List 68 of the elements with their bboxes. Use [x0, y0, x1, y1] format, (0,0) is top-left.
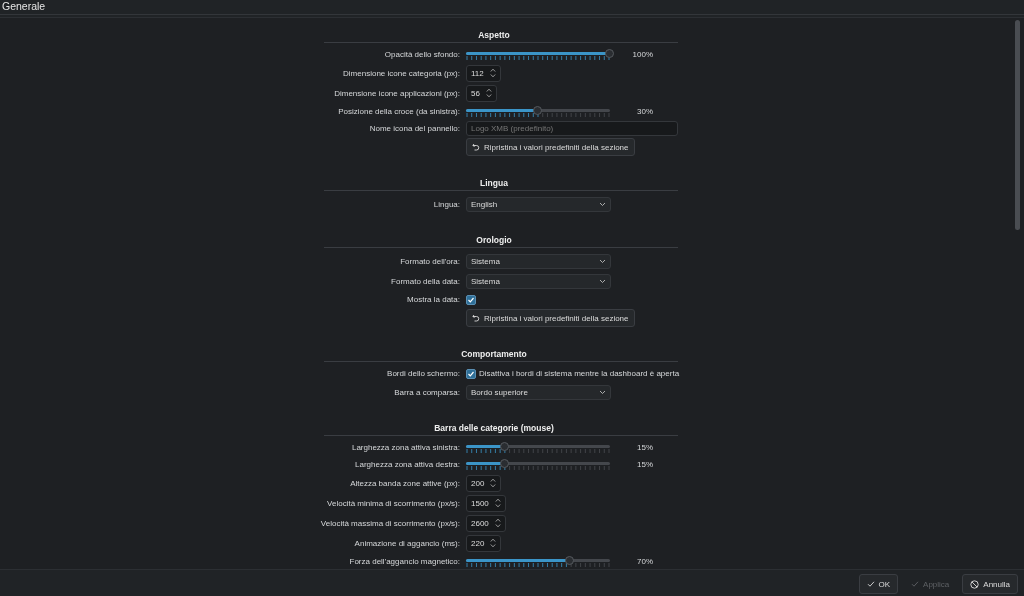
slider-handle[interactable] [605, 48, 614, 58]
field-label: Nome icona del pannello: [369, 124, 460, 133]
dropdown[interactable]: Sistema [466, 253, 611, 269]
field-label: Barra a comparsa: [394, 387, 460, 397]
spin-arrows-icon [494, 498, 501, 508]
spin-arrows-icon [494, 518, 501, 528]
field-label: Velocità minima di scorrimento (px/s): [327, 498, 460, 508]
undo-icon [472, 314, 480, 322]
slider-value: 15% [636, 443, 653, 452]
dropdown[interactable]: Bordo superiore [466, 384, 611, 400]
dialog-button[interactable]: Annulla [962, 574, 1018, 594]
section-heading: Aspetto [477, 30, 511, 40]
field-label: Animazione di aggancio (ms): [354, 538, 460, 548]
checkbox-label: Disattiva i bordi di sistema mentre la dashboard è aperta [479, 369, 680, 378]
slider-handle[interactable] [533, 105, 542, 115]
slider-value: 30% [636, 107, 653, 116]
field-label: Opacità dello sfondo: [384, 50, 460, 59]
undo-icon [472, 143, 480, 151]
field-label: Altezza banda zone attive (px): [350, 478, 460, 488]
check-icon [866, 580, 875, 588]
checkbox[interactable] [466, 294, 476, 305]
window-title: Generale [0, 0, 1024, 15]
field-label: Mostra la data: [407, 295, 460, 304]
spin-box[interactable]: 200 [466, 474, 502, 492]
field-label: Posizione della croce (da sinistra): [338, 107, 460, 116]
chevron-down-icon [599, 278, 606, 284]
dropdown[interactable]: Sistema [466, 273, 611, 289]
slider-handle[interactable] [499, 458, 509, 468]
spin-box[interactable]: 1500 [466, 494, 506, 512]
scrollbar[interactable] [1015, 20, 1020, 230]
check-icon [911, 580, 920, 588]
field-label: Bordi dello schermo: [387, 369, 460, 378]
spin-box[interactable]: 2600 [466, 514, 506, 532]
slider-value: 15% [636, 460, 653, 469]
field-label: Larghezza zona attiva destra: [355, 460, 460, 469]
checkbox[interactable] [466, 368, 476, 379]
spin-arrows-icon [485, 88, 492, 98]
chevron-down-icon [599, 258, 606, 264]
section-heading: Orologio [475, 235, 513, 245]
slider-value: 100% [631, 50, 653, 59]
spin-box[interactable]: 220 [466, 534, 502, 552]
field-label: Dimensione icone applicazioni (px): [334, 88, 460, 98]
spin-box[interactable]: 56 [466, 84, 497, 102]
reset-button[interactable]: Ripristina i valori predefiniti della sezione [466, 309, 635, 327]
slider-handle[interactable] [564, 555, 574, 565]
dropdown[interactable]: English [466, 196, 611, 212]
slider-value: 70% [636, 557, 653, 566]
spin-arrows-icon [490, 478, 497, 488]
field-label: Larghezza zona attiva sinistra: [351, 443, 460, 452]
spin-box[interactable]: 112 [466, 64, 501, 82]
section-heading: Lingua [479, 178, 509, 188]
chevron-down-icon [599, 389, 606, 395]
field-label: Velocità massima di scorrimento (px/s): [320, 518, 460, 528]
field-label: Lingua: [433, 199, 460, 209]
section-heading: Comportamento [460, 349, 528, 359]
field-label: Forza dell'aggancio magnetico: [349, 557, 460, 566]
dialog-button[interactable]: OK [858, 574, 899, 594]
section-heading: Barra delle categorie (mouse) [433, 423, 555, 433]
spin-arrows-icon [490, 538, 497, 548]
field-label: Formato della data: [391, 276, 460, 286]
spin-arrows-icon [489, 68, 496, 78]
text-field[interactable]: Logo XMB (predefinito) [466, 121, 678, 136]
slider-handle[interactable] [499, 441, 509, 451]
field-label: Dimensione icone categoria (px): [343, 68, 460, 78]
reset-button[interactable]: Ripristina i valori predefiniti della sezione [466, 138, 635, 156]
field-label: Formato dell'ora: [400, 256, 460, 266]
cancel-icon [970, 579, 980, 589]
chevron-down-icon [599, 201, 606, 207]
